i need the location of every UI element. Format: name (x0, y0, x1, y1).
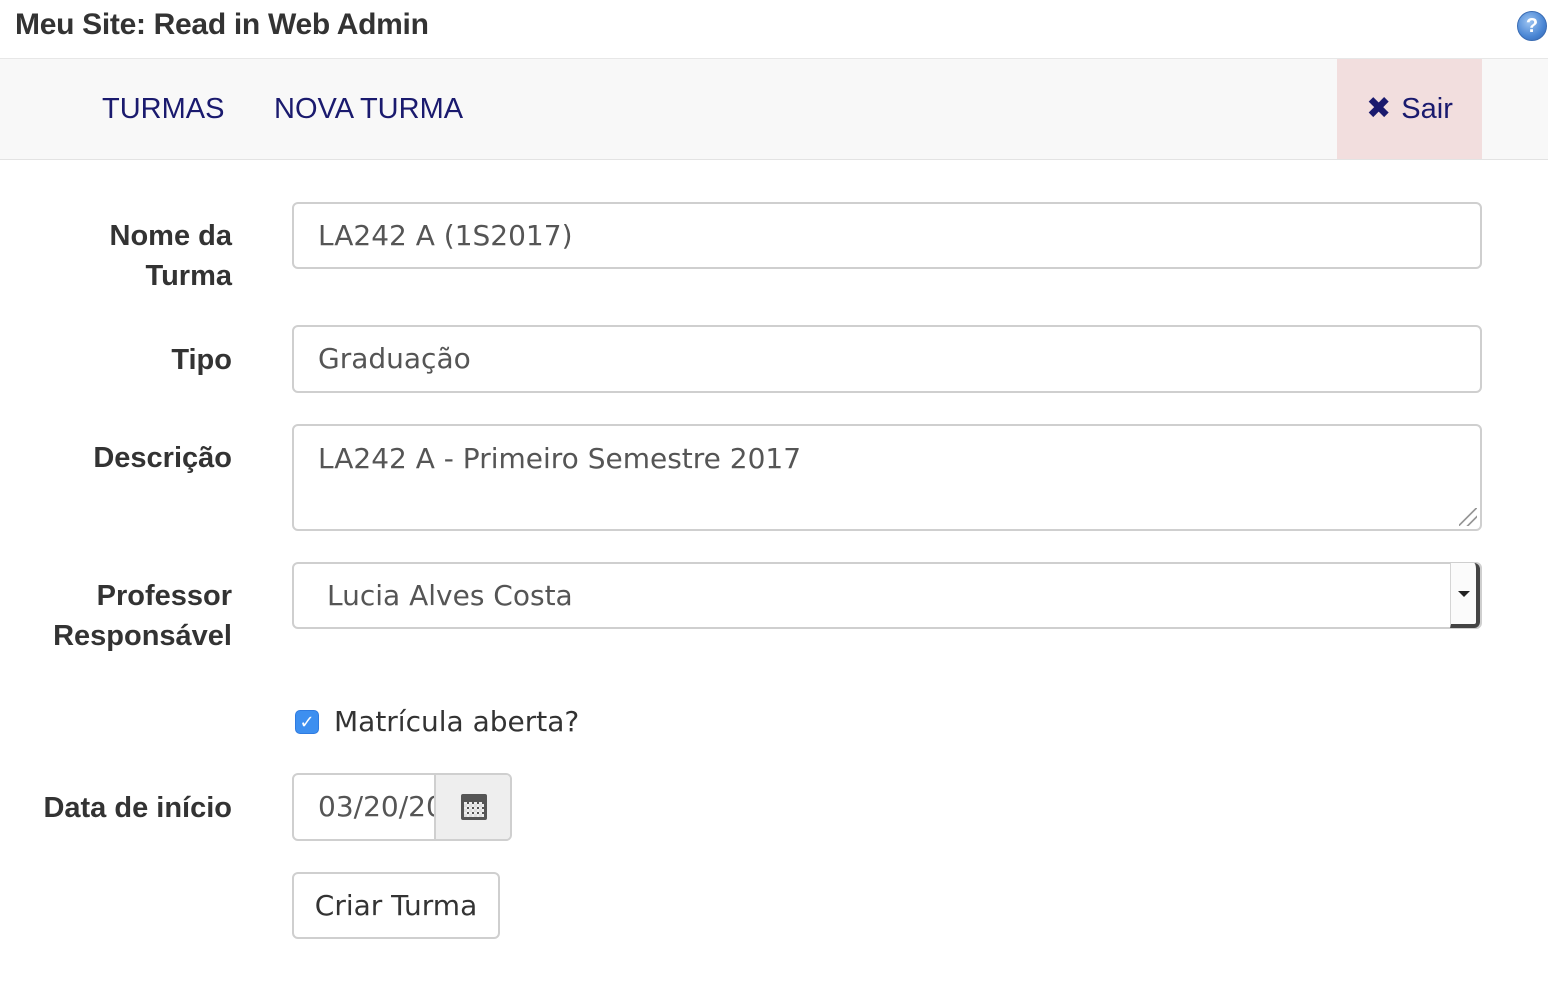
app-title: Meu Site: Read in Web Admin (15, 8, 429, 41)
close-icon: ✖ (1366, 92, 1392, 125)
tipo-label: Tipo (171, 344, 232, 376)
data-de-inicio-input[interactable]: 03/20/2017 (294, 775, 434, 839)
dropdown-arrow-icon[interactable] (1450, 563, 1480, 628)
resize-handle[interactable] (1459, 508, 1477, 526)
data-de-inicio-label: Data de início (43, 792, 232, 824)
professor-select[interactable]: Lucia Alves Costa (292, 562, 1482, 629)
calendar-icon (461, 794, 487, 820)
descricao-text: LA242 A - Primeiro Semestre 2017 (318, 442, 802, 475)
date-input-group: 03/20/2017 (292, 773, 512, 841)
calendar-button[interactable] (434, 775, 510, 839)
tipo-input[interactable]: Graduação (292, 325, 1482, 393)
criar-turma-button[interactable]: Criar Turma (292, 872, 500, 939)
nav-nova-turma-link[interactable]: NOVA TURMA (274, 59, 463, 159)
top-navbar: TURMAS NOVA TURMA ✖ Sair (0, 58, 1548, 160)
logout-label: Sair (1401, 92, 1453, 125)
nav-turmas-link[interactable]: TURMAS (102, 59, 224, 159)
logout-button[interactable]: ✖ Sair (1337, 59, 1482, 159)
nome-da-turma-label: Nome da Turma (109, 220, 232, 292)
descricao-textarea[interactable]: LA242 A - Primeiro Semestre 2017 (292, 424, 1482, 531)
window-title-bar: Meu Site: Read in Web Admin ? (0, 0, 1548, 58)
professor-responsavel-label: Professor Responsável (53, 580, 232, 652)
help-icon[interactable]: ? (1517, 11, 1547, 41)
nome-da-turma-input[interactable]: LA242 A (1S2017) (292, 202, 1482, 269)
matricula-aberta-label[interactable]: Matrícula aberta? (334, 702, 579, 742)
professor-selected-value: Lucia Alves Costa (327, 579, 573, 612)
matricula-aberta-checkbox[interactable]: ✓ (295, 710, 319, 734)
descricao-label: Descrição (93, 442, 232, 474)
